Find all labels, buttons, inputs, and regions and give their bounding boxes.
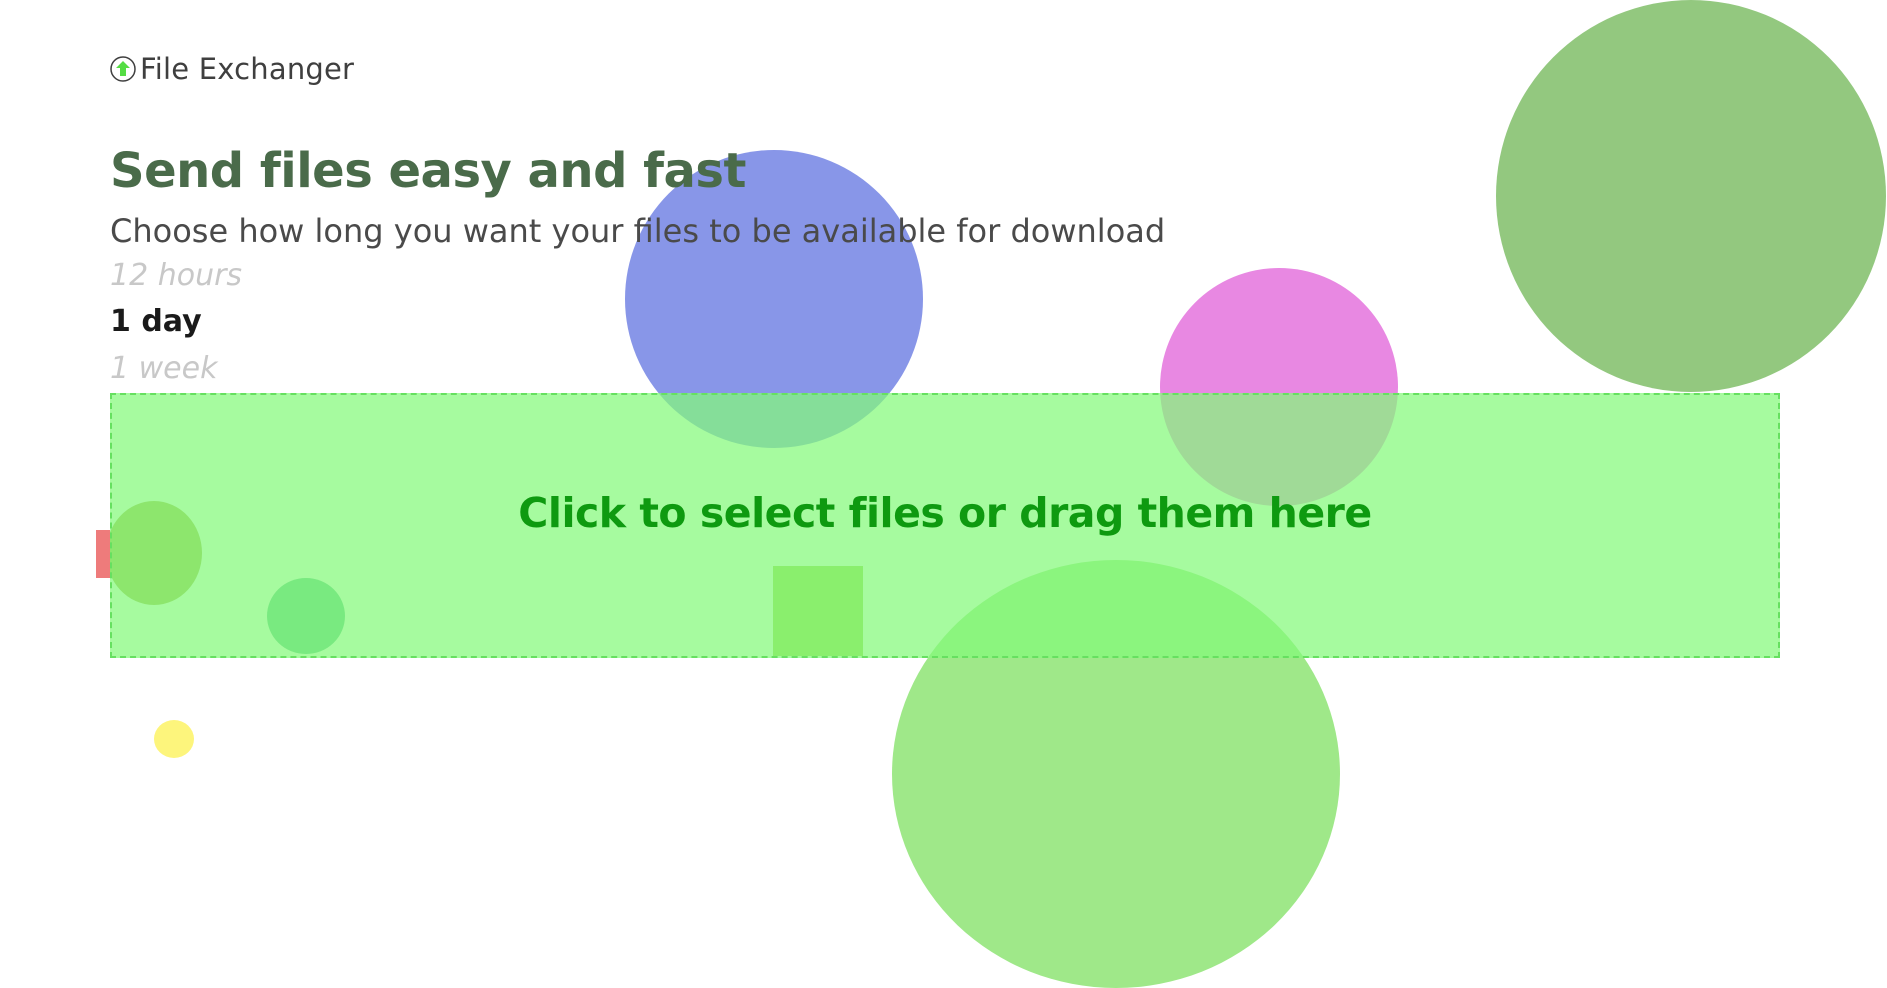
decor-blob-green-large-top — [1496, 0, 1886, 392]
page: File Exchanger Send files easy and fast … — [0, 0, 1887, 988]
file-drop-zone[interactable]: Click to select files or drag them here — [110, 393, 1780, 658]
duration-option-1-week[interactable]: 1 week — [110, 351, 217, 386]
decor-blob-yellow — [154, 720, 194, 758]
page-subtitle: Choose how long you want your files to b… — [110, 212, 1166, 250]
duration-option-1-day[interactable]: 1 day — [110, 304, 202, 339]
decor-red-bit — [96, 530, 110, 578]
drop-zone-label: Click to select files or drag them here — [518, 488, 1372, 537]
brand-name: File Exchanger — [140, 52, 355, 86]
upload-arrow-icon — [110, 56, 136, 82]
page-title: Send files easy and fast — [110, 143, 746, 199]
brand[interactable]: File Exchanger — [110, 52, 354, 86]
duration-option-12-hours[interactable]: 12 hours — [110, 258, 242, 293]
